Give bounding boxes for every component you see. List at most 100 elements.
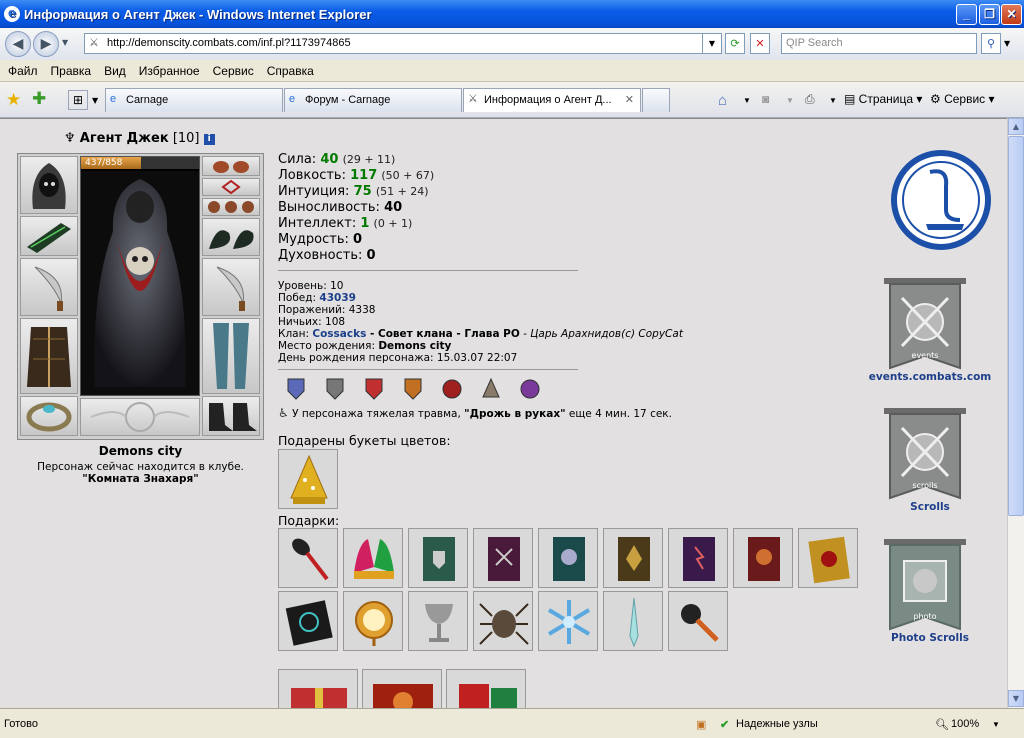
gift-book-dark[interactable] [278,591,338,651]
tab-info-active[interactable]: ⚔ Информация о Агент Д... ✕ [463,88,641,112]
ring-slot[interactable] [20,396,78,436]
align-icon: ♆ [64,131,76,146]
scorpion-emblem-icon[interactable] [890,150,992,250]
armor-icon [27,327,71,387]
bracers-slot[interactable] [202,218,260,256]
amulet-slot[interactable] [202,178,260,196]
maximize-button[interactable]: ❐ [979,4,1000,25]
tab-list-icon[interactable]: ▼ [92,96,98,105]
offhand-slot[interactable] [202,258,260,316]
gift-box-2[interactable] [362,669,442,708]
book-icon [808,536,850,584]
home-dropdown-icon[interactable]: ▼ [743,96,751,105]
snowflake-icon [547,600,591,644]
scrolls-link[interactable]: Scrolls [862,501,998,513]
home-icon[interactable]: ⌂ [718,92,727,109]
wins-link[interactable]: 43039 [319,292,356,304]
helmet-slot[interactable] [20,156,78,214]
weapon-slot[interactable] [20,258,78,316]
gift-spoon[interactable] [278,528,338,588]
flower-bouquet-gift[interactable] [278,449,338,509]
fist-emblem-icon [90,402,190,432]
gift-mace[interactable] [668,591,728,651]
url-text: http://demonscity.combats.com/inf.pl?117… [107,37,351,49]
page-menu-button[interactable]: ▤ Страница ▾ [844,92,922,106]
refresh-button[interactable]: ⟳ [725,33,745,54]
gloves-slot[interactable] [20,216,78,256]
gift-box-1[interactable] [278,669,358,708]
menu-tools[interactable]: Сервис [213,64,254,78]
new-tab-button[interactable] [642,88,670,112]
tab-forum[interactable]: e Форум - Carnage [284,88,462,112]
divider [278,369,578,370]
back-button[interactable]: ◀ [5,31,31,57]
gift-gold-coin[interactable] [343,591,403,651]
hp-text: 437/858 [85,158,123,168]
search-icon[interactable]: ⚲ [981,33,1001,54]
url-input[interactable]: ⚔ http://demonscity.combats.com/inf.pl?1… [84,33,718,54]
vertical-scrollbar[interactable]: ▲ ▼ [1007,118,1024,708]
ie-page-icon: e [289,93,296,105]
minimize-button[interactable]: _ [956,4,977,25]
menu-view[interactable]: Вид [104,64,126,78]
gifts-label: Подарки: [278,513,340,528]
feeds-icon[interactable]: ◙ [762,92,769,106]
scroll-down-icon[interactable]: ▼ [1008,690,1024,707]
info-icon[interactable]: i [203,134,215,145]
rings-slot[interactable] [202,198,260,216]
info-level: Уровень: 10 [278,280,344,292]
tools-menu-button[interactable]: ⚙ Сервис ▾ [930,92,995,106]
stop-button[interactable]: ✕ [750,33,770,54]
boots-slot[interactable] [202,396,260,436]
gift-book-green[interactable] [408,528,468,588]
gift-crystal[interactable] [603,591,663,651]
empty-slot[interactable] [80,398,200,436]
earrings-slot[interactable] [202,156,260,176]
info-losses: Поражений: 4338 [278,304,376,316]
menu-help[interactable]: Справка [267,64,314,78]
legs-slot[interactable] [202,318,260,394]
menu-favorites[interactable]: Избранное [139,64,200,78]
search-options-icon[interactable]: ▼ [1004,39,1010,48]
gift-spider[interactable] [473,591,533,651]
add-favorite-icon[interactable]: ✚ [32,89,46,109]
gift-goblet[interactable] [408,591,468,651]
print-dropdown-icon[interactable]: ▼ [829,96,837,105]
url-dropdown-button[interactable]: ▼ [702,33,722,54]
stat-wisdom: Мудрость: 0 [278,232,363,247]
zoom-dropdown-icon[interactable]: ▼ [992,720,1000,729]
menu-file[interactable]: Файл [8,64,38,78]
close-tab-icon[interactable]: ✕ [625,89,634,111]
history-dropdown-icon[interactable]: ▼ [62,38,68,47]
menu-edit[interactable]: Правка [51,64,92,78]
gift-book-red[interactable] [733,528,793,588]
protected-mode-icon: ▣ [696,719,707,731]
book-icon [488,537,520,581]
gift-book-gold[interactable] [798,528,858,588]
forward-button[interactable]: ▶ [33,31,59,57]
zoom-icon[interactable]: 🔍︎ [935,718,949,731]
quick-tabs-icon[interactable]: ⊞ [68,90,88,110]
gift-snowflake[interactable] [538,591,598,651]
divider [278,270,578,271]
armor-slot[interactable] [20,318,78,394]
tab-carnage[interactable]: e Carnage [105,88,283,112]
scroll-up-icon[interactable]: ▲ [1008,118,1024,135]
print-icon[interactable]: ⎙ [805,92,815,107]
gift-book-teal[interactable] [538,528,598,588]
search-input[interactable]: QIP Search [781,33,977,54]
events-link[interactable]: events.combats.com [862,371,998,383]
gift-book-violet[interactable] [668,528,728,588]
gift-jester-hat[interactable] [343,528,403,588]
gift-box-3[interactable] [446,669,526,708]
gift-book-purple[interactable] [473,528,533,588]
photo-scrolls-link[interactable]: Photo Scrolls [862,632,998,644]
close-window-button[interactable]: ✕ [1001,4,1022,25]
feeds-dropdown-icon[interactable]: ▼ [786,96,794,105]
gift-book-brown[interactable] [603,528,663,588]
zoom-level[interactable]: 100% [951,718,979,730]
events-banner-text: events [911,351,939,360]
favorites-star-icon[interactable]: ★ [6,90,21,110]
clan-link[interactable]: Cossacks [312,328,366,340]
scroll-thumb[interactable] [1008,136,1024,516]
